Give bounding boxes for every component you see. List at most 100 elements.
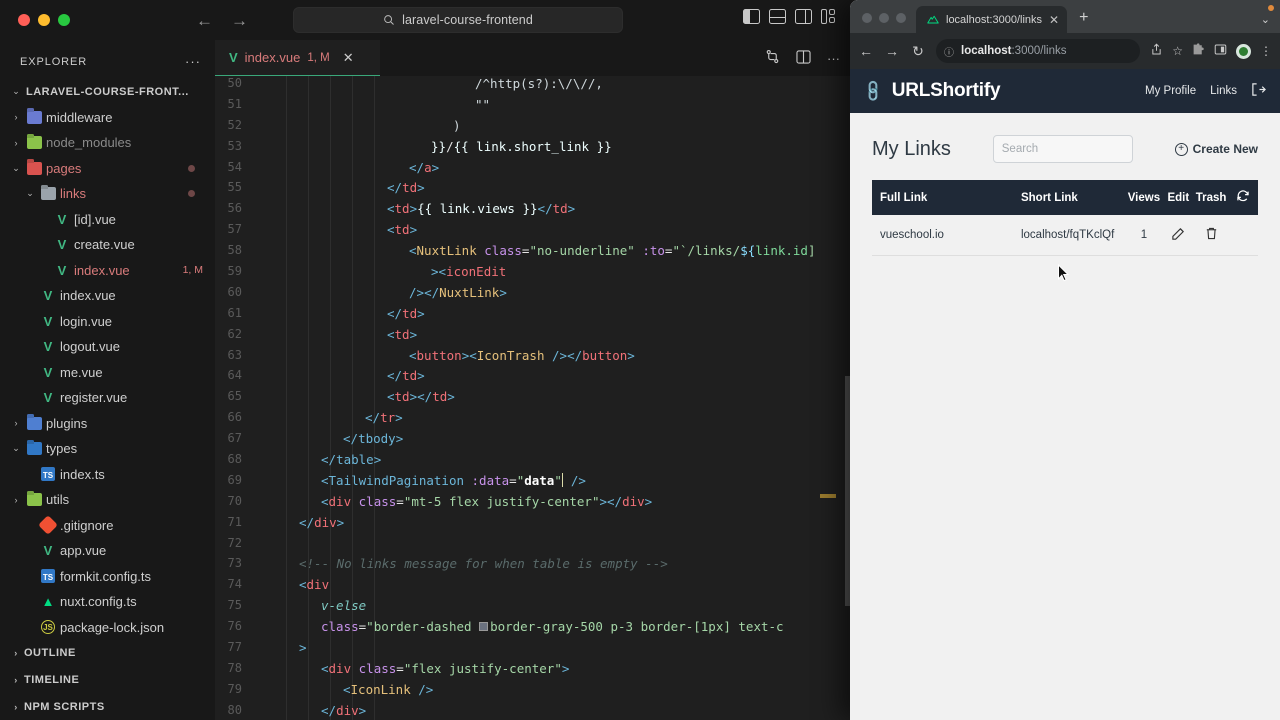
split-editor-icon[interactable]	[796, 49, 811, 67]
command-center-search[interactable]: laravel-course-frontend	[293, 7, 623, 33]
code-line[interactable]: 56 <td>{{ link.views }}</td>	[215, 201, 852, 222]
code-line[interactable]: 51 ""	[215, 97, 852, 118]
code-line[interactable]: 78 <div class="flex justify-center">	[215, 661, 852, 682]
chevron-right-icon[interactable]: ›	[8, 495, 24, 505]
forward-arrow-icon[interactable]: →	[231, 12, 248, 29]
code-line[interactable]: 63 <button><IconTrash /></button>	[215, 348, 852, 369]
tree-item-pages[interactable]: ⌄ pages	[0, 156, 215, 182]
layout-controls[interactable]	[743, 9, 838, 24]
code-line[interactable]: 65 <td></td>	[215, 389, 852, 410]
create-new-button[interactable]: + Create New	[1174, 142, 1258, 156]
tree-item-register-vue[interactable]: Vregister.vue	[0, 385, 215, 411]
tree-item-login-vue[interactable]: Vlogin.vue	[0, 309, 215, 335]
code-line[interactable]: 77 >	[215, 640, 852, 661]
editor-more-actions-icon[interactable]: ···	[827, 51, 840, 66]
chevron-right-icon[interactable]: ›	[8, 675, 24, 685]
toggle-primary-sidebar-icon[interactable]	[743, 9, 760, 24]
explorer-section-npm-scripts[interactable]: › NPM SCRIPTS	[0, 693, 215, 720]
code-line[interactable]: 59 ><iconEdit	[215, 264, 852, 285]
site-info-icon[interactable]: ⓘ	[944, 44, 954, 59]
tree-item-types[interactable]: ⌄ types	[0, 436, 215, 462]
search-box[interactable]	[992, 135, 1133, 163]
explorer-section-outline[interactable]: › OUTLINE	[0, 639, 215, 666]
browser-toolbar-icons[interactable]: ☆ ⋮	[1150, 43, 1272, 59]
tree-item-me-vue[interactable]: Vme.vue	[0, 360, 215, 386]
browser-close-button[interactable]	[862, 13, 872, 23]
customize-layout-icon[interactable]	[821, 9, 838, 24]
code-line[interactable]: 64 </td>	[215, 368, 852, 389]
code-line[interactable]: 66 </tr>	[215, 410, 852, 431]
maximize-window-button[interactable]	[58, 14, 70, 26]
profile-avatar[interactable]	[1236, 43, 1251, 59]
explorer-section-timeline[interactable]: › TIMELINE	[0, 666, 215, 693]
nav-link-links[interactable]: Links	[1210, 85, 1237, 97]
tree-item-nuxt-config-ts[interactable]: ▲ nuxt.config.ts	[0, 589, 215, 615]
code-line[interactable]: 67 </tbody>	[215, 431, 852, 452]
code-line[interactable]: 52)	[215, 118, 852, 139]
chevron-down-icon[interactable]: ⌄	[8, 86, 24, 97]
toggle-secondary-sidebar-icon[interactable]	[795, 9, 812, 24]
code-line[interactable]: 57 <td>	[215, 222, 852, 243]
nav-link-my-profile[interactable]: My Profile	[1145, 85, 1196, 97]
chevron-right-icon[interactable]: ›	[8, 138, 24, 148]
kebab-menu-icon[interactable]: ⋮	[1260, 44, 1272, 58]
cell-edit[interactable]	[1162, 215, 1195, 256]
tree-item-package-lock-json[interactable]: JS package-lock.json	[0, 615, 215, 640]
tab-index-vue[interactable]: V index.vue 1, M ✕	[215, 40, 380, 76]
logout-icon[interactable]	[1251, 82, 1266, 100]
back-arrow-icon[interactable]: ←	[196, 12, 213, 29]
browser-reload-icon[interactable]: ↻	[910, 43, 926, 60]
chevron-right-icon[interactable]: ›	[8, 648, 24, 658]
code-lines[interactable]: 50/^http(s?):\/\//, 51 "" 52) 53}}/{{ link.s…	[215, 76, 852, 720]
code-line[interactable]: 60 /></NuxtLink>	[215, 285, 852, 306]
browser-minimize-button[interactable]	[879, 13, 889, 23]
source-control-compare-icon[interactable]	[765, 49, 780, 67]
browser-tab[interactable]: localhost:3000/links ✕	[916, 6, 1068, 33]
browser-maximize-button[interactable]	[896, 13, 906, 23]
code-line[interactable]: 53}}/{{ link.short_link }}	[215, 139, 852, 160]
tree-item-plugins[interactable]: › plugins	[0, 411, 215, 437]
code-line[interactable]: 68 </table>	[215, 452, 852, 473]
tree-item--gitignore[interactable]: .gitignore	[0, 513, 215, 539]
address-bar[interactable]: ⓘ localhost:3000/links	[936, 39, 1141, 63]
app-brand[interactable]: 🔗 URLShortify	[861, 79, 1000, 104]
code-line[interactable]: 76 class="border-dashed border-gray-500 p…	[215, 619, 852, 640]
tree-item-logout-vue[interactable]: Vlogout.vue	[0, 334, 215, 360]
minimize-window-button[interactable]	[38, 14, 50, 26]
tree-item-index-ts[interactable]: TS index.ts	[0, 462, 215, 488]
chevron-down-icon[interactable]: ⌄	[22, 188, 38, 199]
code-line[interactable]: 79 <IconLink />	[215, 682, 852, 703]
code-line[interactable]: 58 <NuxtLink class="no-underline" :to="`/…	[215, 243, 852, 264]
code-line[interactable]: 72	[215, 536, 852, 557]
chevron-down-icon[interactable]: ⌄	[8, 443, 24, 454]
code-line[interactable]: 71 </div>	[215, 515, 852, 536]
chevron-right-icon[interactable]: ›	[8, 702, 24, 712]
search-input[interactable]	[1001, 143, 1124, 155]
tree-item-utils[interactable]: › utils	[0, 487, 215, 513]
toggle-panel-icon[interactable]	[769, 9, 786, 24]
editor-tab-actions[interactable]: ···	[765, 49, 840, 67]
extensions-puzzle-icon[interactable]	[1192, 43, 1205, 59]
side-panel-icon[interactable]	[1214, 43, 1227, 59]
app-nav-links[interactable]: My Profile Links	[1145, 82, 1266, 100]
chevron-down-icon[interactable]: ⌄	[8, 163, 24, 174]
refresh-icon[interactable]	[1236, 189, 1250, 206]
code-line[interactable]: 73 <!-- No links message for when table i…	[215, 556, 852, 577]
code-line[interactable]: 80 </div>	[215, 703, 852, 720]
window-traffic-lights[interactable]	[0, 14, 70, 26]
chevron-right-icon[interactable]: ›	[8, 418, 24, 428]
code-line[interactable]: 54 </a>	[215, 160, 852, 181]
code-line[interactable]: 62 <td>	[215, 327, 852, 348]
code-line[interactable]: 50 /^http(s?):\/\//,	[215, 76, 852, 97]
code-line[interactable]: 74 <div	[215, 577, 852, 598]
code-line[interactable]: 70 <div class="mt-5 flex justify-center">…	[215, 494, 852, 515]
browser-forward-icon[interactable]: →	[884, 43, 900, 59]
tree-item-middleware[interactable]: › middleware	[0, 105, 215, 131]
code-line[interactable]: 55 </td>	[215, 180, 852, 201]
explorer-more-actions-icon[interactable]: ···	[185, 54, 201, 69]
tree-item-index-vue[interactable]: Vindex.vue	[0, 283, 215, 309]
browser-back-icon[interactable]: ←	[858, 43, 874, 59]
tree-item-create-vue[interactable]: Vcreate.vue	[0, 232, 215, 258]
close-tab-icon[interactable]: ✕	[343, 50, 354, 66]
table-row[interactable]: vueschool.io localhost/fqTKclQf 1	[872, 215, 1258, 256]
